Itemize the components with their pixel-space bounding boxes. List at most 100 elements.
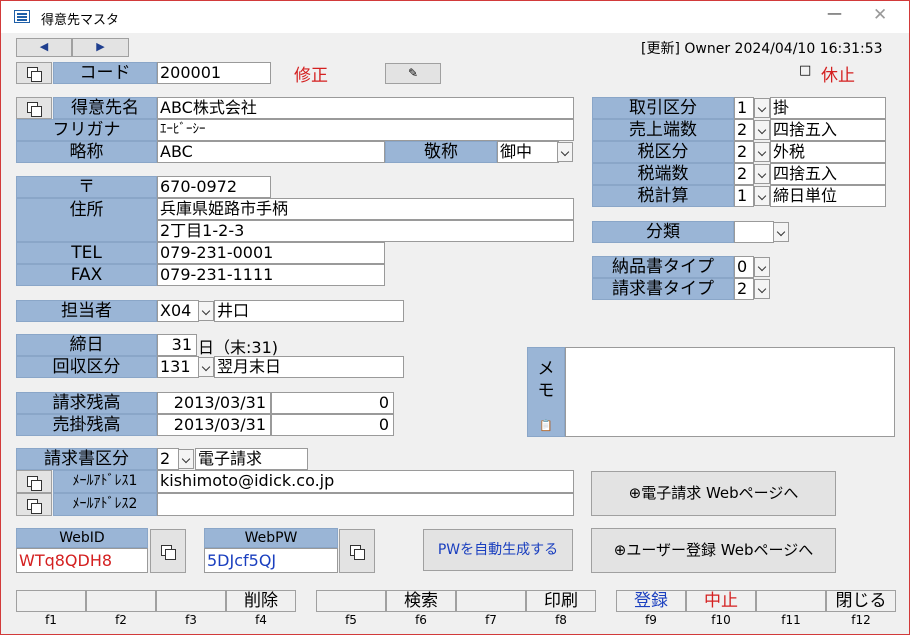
- fkey-number-label: f8: [555, 613, 567, 627]
- chevron-down-icon[interactable]: [773, 222, 789, 242]
- fkey-f11-button[interactable]: [756, 590, 826, 612]
- fkey-number-label: f2: [115, 613, 127, 627]
- copy-icon: [27, 499, 42, 514]
- fkey-number-label: f5: [345, 613, 357, 627]
- collection-code-field[interactable]: 131: [157, 356, 199, 378]
- address1-field[interactable]: 兵庫県姫路市手柄: [157, 198, 574, 220]
- next-record-button[interactable]: ▶: [72, 38, 129, 57]
- chevron-down-icon[interactable]: [178, 449, 194, 469]
- honorific-select[interactable]: 御中: [497, 141, 559, 163]
- mail1-field[interactable]: kishimoto@idick.co.jp: [157, 470, 574, 493]
- memo-label-text: メモ: [537, 359, 555, 401]
- fkey-number-label: f6: [415, 613, 427, 627]
- trade-row-name: 四捨五入: [770, 119, 886, 141]
- inactive-checkbox[interactable]: □: [799, 63, 811, 78]
- closing-day-label: 締日: [16, 334, 157, 356]
- fkey-number-label: f7: [485, 613, 497, 627]
- chevron-down-icon[interactable]: [754, 98, 770, 118]
- trade-row-name: 外税: [770, 141, 886, 163]
- chevron-down-icon[interactable]: [557, 142, 573, 162]
- copy-webid-button[interactable]: [150, 529, 186, 573]
- kana-field[interactable]: ｴｰﾋﾞｰｼｰ: [157, 119, 574, 141]
- invoice-type-field[interactable]: 2: [734, 278, 754, 300]
- webid-field[interactable]: WTq8QDH8: [16, 548, 148, 573]
- tel-field[interactable]: 079-231-0001: [157, 242, 385, 264]
- fax-label: FAX: [16, 264, 157, 286]
- ebill-webpage-button[interactable]: ⊕電子請求 Webページへ: [591, 471, 836, 516]
- mail2-field[interactable]: [157, 493, 574, 516]
- billing-balance-value: 0: [271, 392, 394, 414]
- chevron-down-icon[interactable]: [754, 120, 770, 140]
- copy-icon: [27, 476, 42, 491]
- code-field[interactable]: 200001: [157, 62, 271, 84]
- zip-field[interactable]: 670-0972: [157, 176, 271, 198]
- chevron-down-icon[interactable]: [754, 164, 770, 184]
- closing-day-suffix: 日（末:31): [198, 338, 278, 357]
- fkey-f3-button[interactable]: [156, 590, 226, 612]
- trade-row-code[interactable]: 1: [734, 185, 754, 207]
- short-name-field[interactable]: ABC: [157, 141, 385, 163]
- fkey-f2-button[interactable]: [86, 590, 156, 612]
- clipboard-icon[interactable]: 📋: [539, 419, 553, 432]
- staff-code-field[interactable]: X04: [157, 300, 199, 322]
- update-status: [更新] Owner 2024/04/10 16:31:53: [641, 41, 883, 57]
- invoice-type-label: 請求書タイプ: [592, 278, 734, 300]
- copy-code-button[interactable]: [16, 62, 52, 84]
- trade-row-name: 掛: [770, 97, 886, 119]
- copy-mail1-button[interactable]: [16, 470, 52, 493]
- fkey-f10-button[interactable]: 中止: [686, 590, 756, 612]
- trade-row-code[interactable]: 1: [734, 97, 754, 119]
- fkey-f7-button[interactable]: [456, 590, 526, 612]
- chevron-down-icon[interactable]: [754, 257, 770, 277]
- honorific-label: 敬称: [385, 141, 497, 163]
- chevron-down-icon[interactable]: [198, 357, 214, 377]
- copy-mail2-button[interactable]: [16, 493, 52, 516]
- name-field[interactable]: ABC株式会社: [157, 97, 574, 119]
- fkey-f4-button[interactable]: 削除: [226, 590, 296, 612]
- copy-name-button[interactable]: [16, 97, 52, 119]
- trade-row-code[interactable]: 2: [734, 119, 754, 141]
- minimize-button[interactable]: —: [827, 4, 847, 22]
- address2-field[interactable]: 2丁目1-2-3: [157, 220, 574, 242]
- chevron-down-icon[interactable]: [754, 186, 770, 206]
- memo-field[interactable]: [565, 347, 895, 437]
- trade-row-label: 取引区分: [592, 97, 734, 119]
- close-icon[interactable]: ✕: [873, 5, 893, 25]
- fkey-f8-button[interactable]: 印刷: [526, 590, 596, 612]
- chevron-down-icon[interactable]: [754, 142, 770, 162]
- category-field[interactable]: [734, 221, 774, 243]
- fkey-f5-button[interactable]: [316, 590, 386, 612]
- trade-row-code[interactable]: 2: [734, 141, 754, 163]
- fkey-f6-button[interactable]: 検索: [386, 590, 456, 612]
- fkey-f9-button[interactable]: 登録: [616, 590, 686, 612]
- short-name-label: 略称: [16, 141, 157, 163]
- prev-record-button[interactable]: ◀: [16, 38, 72, 57]
- chevron-down-icon[interactable]: [198, 301, 214, 321]
- fkey-f1-button[interactable]: [16, 590, 86, 612]
- trade-row-code[interactable]: 2: [734, 163, 754, 185]
- trade-row-label: 税端数: [592, 163, 734, 185]
- inactive-label: 休止: [821, 66, 855, 86]
- billing-balance-date: 2013/03/31: [157, 392, 271, 414]
- closing-day-field[interactable]: 31: [157, 334, 197, 356]
- mail2-label: ﾒｰﾙｱﾄﾞﾚｽ2: [53, 493, 157, 516]
- copy-icon: [161, 545, 176, 560]
- staff-label: 担当者: [16, 300, 157, 322]
- autogen-password-button[interactable]: PWを自動生成する: [423, 529, 573, 571]
- window-title: 得意先マスタ: [41, 13, 120, 28]
- billing-balance-label: 請求残高: [16, 392, 157, 414]
- edit-button[interactable]: ✎: [385, 63, 441, 84]
- fax-field[interactable]: 079-231-1111: [157, 264, 385, 286]
- webpw-field[interactable]: 5DJcf5QJ: [204, 548, 338, 573]
- fkey-f12-button[interactable]: 閉じる: [826, 590, 896, 612]
- webid-label: WebID: [16, 528, 148, 548]
- billing-type-code[interactable]: 2: [157, 448, 179, 470]
- fkey-number-label: f3: [185, 613, 197, 627]
- zip-label: 〒: [16, 176, 157, 198]
- copy-icon: [350, 545, 365, 560]
- chevron-down-icon[interactable]: [754, 279, 770, 299]
- delivery-type-field[interactable]: 0: [734, 256, 754, 278]
- copy-webpw-button[interactable]: [339, 529, 375, 573]
- fkey-number-label: f12: [851, 613, 871, 627]
- user-register-webpage-button[interactable]: ⊕ユーザー登録 Webページへ: [591, 528, 836, 573]
